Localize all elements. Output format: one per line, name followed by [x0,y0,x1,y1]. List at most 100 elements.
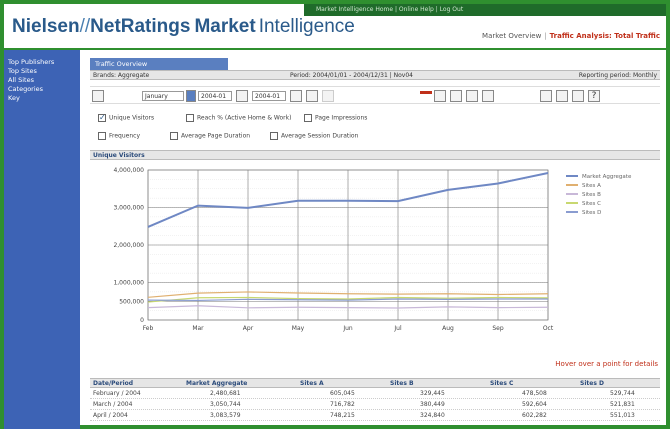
table-cell: 592,604 [522,401,547,408]
table-header-cell[interactable]: Market Aggregate [186,380,247,387]
table-cell: March / 2004 [93,401,133,408]
brand-logo[interactable]: Nielsen//NetRatings Market Intelligence [12,16,355,38]
table-cell: 478,508 [522,390,547,397]
print-icon[interactable] [556,90,568,102]
x-tick-label: Sep [492,325,504,332]
month-select[interactable]: January [142,91,184,101]
table-cell: 529,744 [610,390,635,397]
x-tick-label: Feb [143,325,154,332]
start-date-field[interactable]: 2004-01 [198,91,232,101]
download-icon[interactable] [540,90,552,102]
sidebar-item-top-publishers[interactable]: Top Publishers [4,58,80,67]
check-avg-session-duration[interactable]: Average Session Duration [270,132,358,142]
table-cell: 605,045 [330,390,355,397]
checkbox-icon[interactable] [304,114,312,122]
hover-note[interactable]: Hover over a point for details [555,360,658,368]
table-cell: 716,782 [330,401,355,408]
brand-market: Market [194,16,256,37]
sidebar-item-categories[interactable]: Categories [4,85,80,94]
sidebar-item-key[interactable]: Key [4,94,80,103]
brand-netratings: NetRatings [90,16,191,37]
help-icon[interactable]: ? [588,90,600,102]
legend-label: Sites C [582,201,601,207]
table-cell: 380,449 [420,401,445,408]
top-nav-bar: Market Intelligence Home | Online Help |… [304,4,666,16]
x-tick-label: Jun [342,325,353,332]
table-header-cell[interactable]: Sites A [300,380,324,387]
market-overview-link[interactable]: Market Overview [482,32,541,40]
x-tick-label: May [292,325,305,332]
refresh-icon[interactable] [322,90,334,102]
sidebar-item-top-sites[interactable]: Top Sites [4,67,80,76]
table-cell: April / 2004 [93,412,128,419]
sidebar-item-all-sites[interactable]: All Sites [4,76,80,85]
app-frame: Nielsen//NetRatings Market Intelligence Ma… [0,0,670,429]
settings-icon[interactable] [482,90,494,102]
line-chart: 4,000,000 3,000,000 2,000,000 1,000,000 500,… [113,167,632,332]
chart-section-title: Unique Visitors [93,152,145,159]
check-avg-page-duration[interactable]: Average Page Duration [170,132,250,142]
x-tick-label: Oct [543,325,554,332]
main-content: Traffic Overview Brands: Aggregate Perio… [84,50,666,429]
legend-label: Market Aggregate [582,174,632,180]
table-cell: 3,050,744 [210,401,241,408]
table-cell: 748,215 [330,412,355,419]
brand-nielsen: Nielsen [12,16,80,37]
table-header-cell[interactable]: Sites D [580,380,604,387]
checkbox-icon[interactable] [98,132,106,140]
table-icon[interactable] [466,90,478,102]
x-tick-label: Mar [192,325,204,332]
traffic-analysis-link[interactable]: Traffic Analysis: Total Traffic [550,32,660,40]
checkbox-icon[interactable] [170,132,178,140]
table-row: February / 2004 2,480,681 605,045 329,44… [90,388,660,399]
legend-label: Sites D [582,210,601,216]
dropdown-arrow-icon[interactable] [186,90,196,102]
table-cell: 521,831 [610,401,635,408]
check-reach[interactable]: Reach % (Active Home & Work) [186,114,291,124]
x-tick-label: Aug [442,325,454,332]
toolbar: January 2004-01 2004-01 ? [90,86,660,104]
brand-intelligence: Intelligence [258,16,355,37]
check-page-impressions[interactable]: Page Impressions [304,114,367,124]
chart-section-header: Unique Visitors [90,150,660,160]
section-links: Market Overview | Traffic Analysis: Total … [482,32,660,40]
table-cell: February / 2004 [93,390,141,397]
header: Nielsen//NetRatings Market Intelligence Ma… [4,4,666,50]
reporting-period-label: Reporting period: Monthly [578,72,657,79]
table-header-cell[interactable]: Date/Period [93,380,133,387]
y-tick-label: 2,000,000 [113,242,144,249]
table-header-cell[interactable]: Sites B [390,380,414,387]
report-info-bar: Brands: Aggregate Period: 2004/01/01 - 2… [90,70,660,80]
back-button[interactable] [92,90,104,102]
y-tick-label: 500,000 [119,298,144,305]
metric-checkboxes: Unique Visitors Reach % (Active Home & W… [90,112,660,146]
y-tick-label: 1,000,000 [113,280,144,287]
top-nav-links[interactable]: Market Intelligence Home | Online Help |… [316,6,463,13]
checkbox-icon[interactable] [98,113,106,122]
apply-icon[interactable] [306,90,318,102]
export-icon[interactable] [572,90,584,102]
table-header-cell[interactable]: Sites C [490,380,513,387]
flag-icon[interactable] [420,91,432,94]
table-row: March / 2004 3,050,744 716,782 380,449 5… [90,399,660,410]
table-cell: 3,083,579 [210,412,241,419]
legend-label: Sites A [582,183,601,189]
checkbox-icon[interactable] [270,132,278,140]
table-cell: 2,480,681 [210,390,241,397]
chart-line-icon[interactable] [434,90,446,102]
tab-traffic-overview[interactable]: Traffic Overview [90,58,228,70]
end-date-field[interactable]: 2004-01 [252,91,286,101]
chart-bar-icon[interactable] [450,90,462,102]
y-tick-label: 4,000,000 [113,167,144,174]
check-unique-visitors[interactable]: Unique Visitors [98,113,154,124]
calendar-icon-2[interactable] [290,90,302,102]
brand-slash: // [79,16,91,37]
brands-label: Brands: Aggregate [93,72,150,79]
check-frequency[interactable]: Frequency [98,132,140,142]
calendar-icon[interactable] [236,90,248,102]
checkbox-icon[interactable] [186,114,194,122]
table-header: Date/Period Market Aggregate Sites A Sit… [90,378,660,388]
x-tick-label: Apr [243,325,254,332]
table-row: April / 2004 3,083,579 748,215 324,840 6… [90,410,660,421]
x-tick-label: Jul [393,325,402,332]
